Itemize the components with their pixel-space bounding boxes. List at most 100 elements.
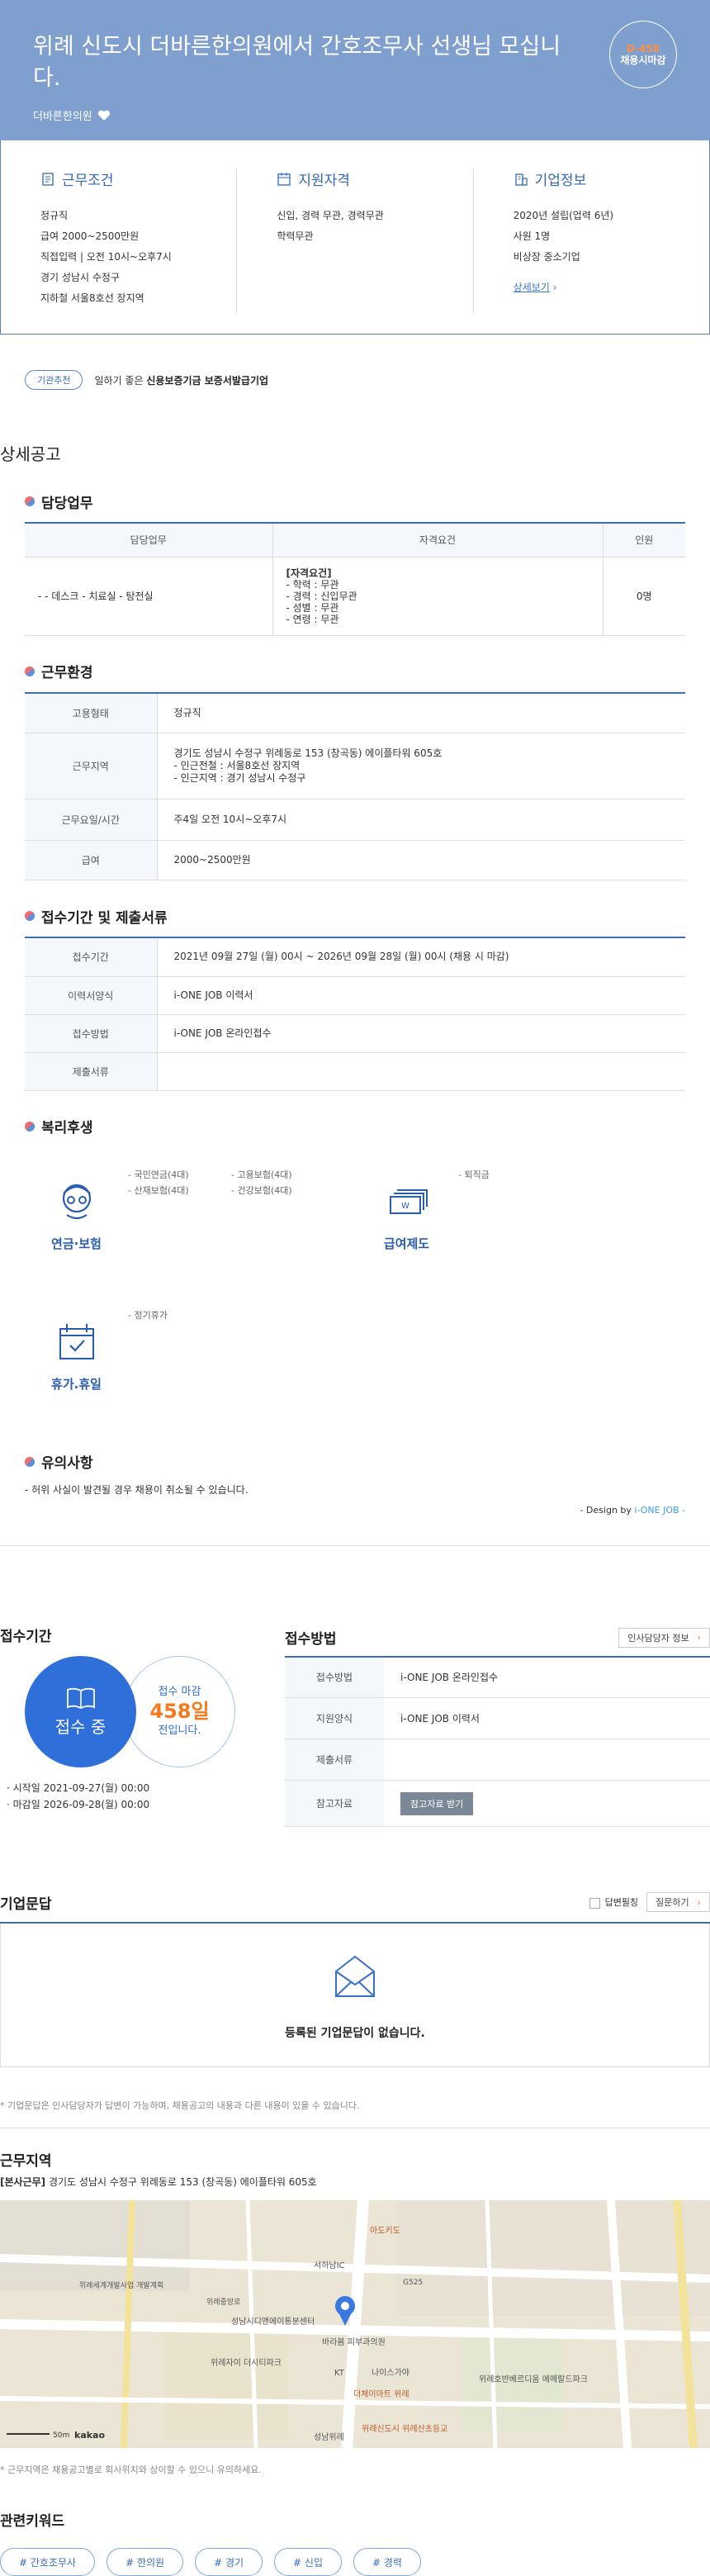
welfare-group-label: 급여제도 <box>383 1236 430 1251</box>
checkbox[interactable] <box>589 1897 600 1909</box>
summary-box: 근무조건 정규직 급여 2000~2500만원 직접입력 | 오전 10시~오후… <box>0 140 710 334</box>
caution-heading: 유의사항 <box>25 1449 685 1483</box>
location-map[interactable]: 서하남IC 아도키도 위례세계개발사업 개발계획 위례중앙로 성남시디앤에이통분… <box>0 2200 710 2448</box>
bullet-icon <box>25 496 35 506</box>
method-value <box>384 1739 710 1781</box>
duty-heading: 담당업무 <box>25 489 685 524</box>
calendar-icon <box>277 172 291 186</box>
period-value: 2021년 09월 27일 (월) 00시 ~ 2026년 09월 28일 (월… <box>157 938 685 977</box>
period-value <box>157 1052 685 1091</box>
location-note: * 근무지역은 채용공고별로 회사위치와 상이할 수 있으니 유의하세요. <box>0 2465 262 2475</box>
apply-period: 접수기간 접수 중 접수 마감 458일 전입니다. · 시작일 2021-09… <box>0 1625 285 1828</box>
method-value: i-ONE JOB 온라인접수 <box>384 1656 710 1698</box>
welfare-group: 연금·보험 - 국민연금(4대) - 고용보험(4대) - 산재보험(4대) -… <box>25 1160 355 1301</box>
cond-hours: 직접입력 | 오전 10시~오후7시 <box>40 251 172 263</box>
period-heading: 접수기간 및 제출서류 <box>25 904 685 938</box>
company-name[interactable]: 더바른한의원 <box>33 107 677 123</box>
company-name-label: 더바른한의원 <box>33 111 92 123</box>
map-scale: 50m <box>53 2431 69 2440</box>
apply-end-date: · 마감일 2026-09-28(월) 00:00 <box>7 1798 150 1810</box>
cond-subway: 지하철 서울8호선 장지역 <box>40 292 144 304</box>
welfare-group: 휴가.휴일 - 정기휴가 <box>25 1301 355 1441</box>
deadline-circle: 접수 마감 458일 전입니다. <box>124 1655 235 1767</box>
apply-method: 접수방법 인사담당자 정보 › 접수방법 i-ONE JOB 온라인접수 지원양식 i… <box>285 1625 710 1827</box>
keyword-tag[interactable]: # 한의원 <box>106 2548 184 2576</box>
deadline-suffix: 전입니다. <box>158 1724 201 1737</box>
qa-empty-state: 등록된 기업문답이 없습니다. <box>0 1924 710 2067</box>
book-icon <box>66 1687 95 1709</box>
map-label: 나이스가야 <box>372 2368 409 2378</box>
duty-reqs: [자격요건] - 학력 : 무관 - 경력 : 신입무관 - 성별 : 무관 -… <box>272 557 604 636</box>
deadline-days: 458일 <box>149 1700 210 1723</box>
duty-header-req: 자격요건 <box>272 524 604 557</box>
summary-company: 기업정보 2020년 설립(업력 6년) 사원 1명 비상장 중소기업 상세보기… <box>472 168 709 313</box>
ask-button[interactable]: 질문하기 › <box>646 1892 710 1912</box>
comp-employees: 사원 1명 <box>513 230 551 242</box>
map-label: 위례신도시 위례산초등교 <box>362 2423 447 2434</box>
heart-icon[interactable] <box>97 110 111 121</box>
answered-filter[interactable]: 답변필칭 <box>589 1895 638 1909</box>
chevron-right-icon: › <box>697 1632 701 1643</box>
summary-qualification: 지원자격 신입, 경력 무관, 경력무관 학력무관 <box>236 168 472 313</box>
bullet-icon <box>25 911 35 921</box>
welfare-heading: 복리후생 <box>25 1114 685 1147</box>
apply-section: 접수기간 접수 중 접수 마감 458일 전입니다. · 시작일 2021-09… <box>0 1546 710 1828</box>
job-header: 위례 신도시 더바른한의원에서 간호조무사 선생님 모십니다. 더바른한의원 D… <box>0 0 710 140</box>
keyword-tag[interactable]: # 신입 <box>274 2548 342 2576</box>
work-value: 2000~2500만원 <box>157 840 685 880</box>
location-address: [본사근무] 경기도 성남시 수정구 위례동로 153 (창곡동) 에이플타워 … <box>0 2176 317 2188</box>
welfare-item: - 정기휴가 <box>128 1309 168 1321</box>
method-key: 지원양식 <box>285 1697 384 1739</box>
summary-conditions-title: 근무조건 <box>40 168 196 189</box>
company-detail-link[interactable]: 상세보기 <box>514 282 550 293</box>
duty-header-count: 인원 <box>603 524 685 557</box>
map-image[interactable]: 서하남IC 아도키도 위례세계개발사업 개발계획 위례중앙로 성남시디앤에이통분… <box>0 2200 710 2448</box>
apply-status: 접수 중 <box>54 1716 106 1737</box>
dday-status: 채용시마감 <box>620 55 666 66</box>
keyword-tag[interactable]: # 간호조무사 <box>0 2548 96 2576</box>
work-value: 정규직 <box>157 693 685 733</box>
calendar-check-icon <box>59 1323 94 1359</box>
map-label: 아도키도 <box>370 2226 400 2236</box>
caution-text: - 허위 사실이 발견될 경우 채용이 취소될 수 있습니다. <box>25 1483 248 1496</box>
map-label: 위례세계개발사업 개발계획 <box>79 2280 163 2290</box>
map-label: KT <box>334 2369 345 2378</box>
welfare-item: - 고용보험(4대) <box>231 1169 292 1180</box>
apply-method-table: 접수방법 i-ONE JOB 온라인접수 지원양식 i-ONE JOB 이력서 제출… <box>285 1655 710 1827</box>
map-label: 위례자이 더시티파크 <box>211 2357 282 2368</box>
work-heading: 근무환경 <box>25 659 685 694</box>
work-key: 근무지역 <box>25 733 158 799</box>
period-key: 이력서양식 <box>25 976 158 1015</box>
duty-header-task: 담당업무 <box>25 524 273 557</box>
period-value: i-ONE JOB 이력서 <box>157 976 685 1015</box>
summary-conditions: 근무조건 정규직 급여 2000~2500만원 직접입력 | 오전 10시~오후… <box>1 168 236 313</box>
work-table: 고용형태 정규직 근무지역 경기도 성남시 수정구 위례동로 153 (창곡동) 에… <box>25 693 685 880</box>
banknote-icon: W <box>389 1188 428 1214</box>
reference-download-button[interactable]: 참고자료 받기 <box>400 1791 474 1815</box>
recommend-badge: 기관추천 <box>25 370 83 390</box>
map-brand: kakao <box>74 2430 105 2441</box>
cond-region: 경기 성남시 수정구 <box>40 272 120 283</box>
period-key: 접수기간 <box>25 938 158 977</box>
map-label: 더체이마트 위례 <box>353 2389 409 2399</box>
dday-badge: D-458 채용시마감 <box>609 21 677 88</box>
comp-type: 비상장 중소기업 <box>513 251 580 263</box>
map-label: 성남시디앤에이통분센터 <box>231 2317 315 2327</box>
keywords-title: 관련키워드 <box>0 2513 65 2530</box>
keyword-tag[interactable]: # 경기 <box>195 2548 263 2576</box>
work-key: 근무요일/시간 <box>25 799 158 841</box>
comp-founded: 2020년 설립(업력 6년) <box>513 210 614 221</box>
keyword-tag[interactable]: # 경력 <box>353 2548 421 2576</box>
apply-status-circle: 접수 중 <box>25 1655 136 1767</box>
bullet-icon <box>25 1121 35 1131</box>
method-key: 참고자료 <box>285 1780 384 1827</box>
welfare-item: - 국민연금(4대) <box>128 1169 189 1180</box>
hr-contact-button[interactable]: 인사담당자 정보 › <box>618 1627 710 1648</box>
welfare-group: W 급여제도 - 퇴직금 <box>355 1160 685 1301</box>
work-key: 고용형태 <box>25 693 158 733</box>
qa-note: * 기업문답은 인사담당자가 답변이 가능하며, 채용공고의 내용과 다른 내용… <box>0 2099 710 2128</box>
apply-method-title: 접수방법 <box>285 1631 337 1648</box>
recommend-text: 일하기 좋은 신용보증기금 보증서발급기업 <box>94 374 269 387</box>
qa-title: 기업문답 <box>0 1895 52 1913</box>
welfare-group-label: 휴가.휴일 <box>51 1376 102 1392</box>
